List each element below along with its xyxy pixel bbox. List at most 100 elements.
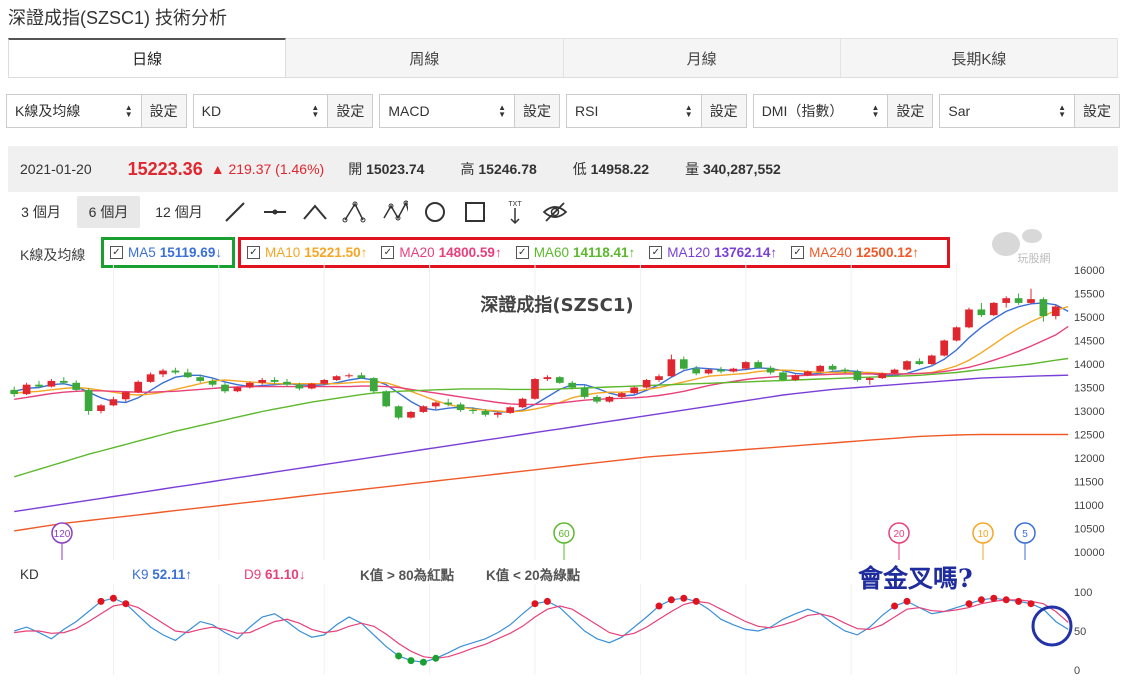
ma-item-ma60[interactable]: ✓ MA60 14118.41 ↑ xyxy=(515,245,635,260)
candle-body xyxy=(245,382,254,388)
candle-body xyxy=(1039,299,1048,317)
kd-oversold-dot xyxy=(407,657,415,665)
abc-pattern-icon[interactable] xyxy=(342,199,368,225)
candle-body xyxy=(630,387,639,394)
candle-body xyxy=(307,383,316,389)
settings-button-5[interactable]: 設定 xyxy=(887,94,934,128)
candle-body xyxy=(717,369,725,372)
candle-body xyxy=(642,379,651,388)
kd-d-line xyxy=(14,599,1069,659)
page-title: 深證成指(SZSC1) 技術分析 xyxy=(8,8,228,28)
ma60-checkbox[interactable]: ✓ xyxy=(515,246,529,259)
candle-body xyxy=(853,371,862,380)
indicator-select-1[interactable]: K線及均線 ▲ ▼ xyxy=(6,94,141,128)
indicator-select-2[interactable]: KD ▲ ▼ xyxy=(192,94,328,128)
chart-title: 深證成指(SZSC1) xyxy=(480,294,633,316)
ma-item-ma240[interactable]: ✓ MA240 12500.12 ↑ xyxy=(791,245,919,260)
tab-long-term[interactable]: 長期K線 xyxy=(840,38,1118,77)
candle-body xyxy=(431,402,440,407)
indicator-select-4[interactable]: RSI ▲ ▼ xyxy=(566,94,701,128)
circle-tool-icon[interactable] xyxy=(422,199,448,225)
tab-monthly[interactable]: 月線 xyxy=(563,38,841,77)
tab-weekly[interactable]: 周線 xyxy=(286,38,564,77)
sort-arrows-icon: ▲ ▼ xyxy=(684,103,693,119)
line-tool-icon[interactable] xyxy=(222,199,248,225)
ma240-checkbox[interactable]: ✓ xyxy=(791,246,805,259)
candle-body xyxy=(816,365,825,372)
settings-button-6[interactable]: 設定 xyxy=(1074,94,1121,128)
ma120-name: MA120 xyxy=(667,245,711,260)
hide-drawings-icon[interactable] xyxy=(542,199,568,225)
quote-bar: 2021-01-20 15223.36 ▲ 219.37 (1.46%) 開 1… xyxy=(8,146,1118,192)
candle-body xyxy=(803,371,812,376)
ma10-checkbox[interactable]: ✓ xyxy=(247,246,260,259)
ma-item-ma120[interactable]: ✓ MA120 13762.14 ↑ xyxy=(649,245,777,260)
period-6-months[interactable]: 6 個月 xyxy=(77,196,140,228)
rectangle-tool-icon[interactable] xyxy=(462,199,488,225)
ma10-value: 15221.50 xyxy=(304,245,361,260)
ma5-value: 15119.69 xyxy=(159,245,216,260)
ma20-name: MA20 xyxy=(399,245,435,260)
indicator-select-3[interactable]: MACD ▲ ▼ xyxy=(379,94,515,128)
candle-body xyxy=(183,372,192,378)
kd-low-note: K值 < 20為綠點 xyxy=(486,568,581,583)
tab-daily[interactable]: 日線 xyxy=(8,38,287,77)
candle-body xyxy=(357,375,366,379)
indicator-group-3: MACD ▲ ▼ 設定 xyxy=(379,94,561,128)
candle-body xyxy=(903,361,911,370)
text-tool-icon[interactable]: TXT xyxy=(502,199,528,225)
ma-item-ma5[interactable]: ✓ MA5 15119.69 ↓ xyxy=(110,245,222,260)
price-y-tick-label: 10500 xyxy=(1074,524,1105,536)
period-12-months[interactable]: 12 個月 xyxy=(146,196,212,228)
indicator-select-6[interactable]: Sar ▲ ▼ xyxy=(939,94,1075,128)
select-value: RSI xyxy=(575,103,599,119)
candle-body xyxy=(283,381,291,385)
period-3-months[interactable]: 3 個月 xyxy=(10,196,72,228)
candle-body xyxy=(1014,298,1023,303)
ma-item-ma20[interactable]: ✓ MA20 14800.59 ↑ xyxy=(381,245,502,260)
select-value: Sar xyxy=(948,103,971,119)
abcd-pattern-icon[interactable] xyxy=(382,199,408,225)
candle-body xyxy=(531,379,539,399)
settings-button-1[interactable]: 設定 xyxy=(140,94,187,128)
quote-date: 2021-01-20 xyxy=(20,161,92,177)
ma120-checkbox[interactable]: ✓ xyxy=(649,246,663,259)
kd-overbought-dot xyxy=(692,597,700,605)
price-y-tick-label: 16000 xyxy=(1074,265,1105,277)
candle-body xyxy=(59,380,68,383)
indicator-select-5[interactable]: DMI（指數） ▲ ▼ xyxy=(752,94,888,128)
angle-tool-icon[interactable] xyxy=(302,199,328,225)
kd-oversold-dot xyxy=(432,654,440,662)
ma-marker-label: 10 xyxy=(977,529,989,540)
ma240-value: 12500.12 xyxy=(855,245,913,260)
candle-body xyxy=(270,379,279,382)
kd-overbought-dot xyxy=(122,600,130,608)
kd-d-readout: D9 61.10 ↓ xyxy=(244,566,306,582)
candle-body xyxy=(493,412,502,415)
candle-body xyxy=(47,380,56,387)
indicator-group-1: K線及均線 ▲ ▼ 設定 xyxy=(6,94,187,128)
indicator-group-5: DMI（指數） ▲ ▼ 設定 xyxy=(752,94,934,128)
kd-overbought-dot xyxy=(667,596,675,604)
price-y-tick-label: 15000 xyxy=(1074,312,1105,324)
chart-area: 16000 15500 15000 14500 14000 13500 13000 12500… xyxy=(0,262,1126,677)
settings-button-2[interactable]: 設定 xyxy=(327,94,374,128)
ma-item-ma10[interactable]: ✓ MA10 15221.50 ↑ xyxy=(247,245,367,260)
candle-body xyxy=(927,355,936,364)
candle-body xyxy=(605,396,614,402)
candle-body xyxy=(878,373,887,379)
quote-change: ▲ 219.37 (1.46%) xyxy=(210,161,325,177)
ma5-checkbox[interactable]: ✓ xyxy=(110,246,123,259)
settings-button-3[interactable]: 設定 xyxy=(514,94,561,128)
ma20-checkbox[interactable]: ✓ xyxy=(381,246,395,259)
candle-body xyxy=(469,410,477,412)
kd-highlight-circle xyxy=(1031,605,1073,647)
kd-overbought-dot xyxy=(990,594,998,602)
text-tool-label: TXT xyxy=(508,201,522,208)
segment-tool-icon[interactable] xyxy=(262,199,288,225)
settings-button-4[interactable]: 設定 xyxy=(700,94,747,128)
candle-body xyxy=(865,378,874,380)
ma-marker-label: 60 xyxy=(558,529,570,540)
price-y-tick-label: 11500 xyxy=(1074,477,1104,489)
kd-k-readout: K9 52.11 ↑ xyxy=(132,566,193,582)
